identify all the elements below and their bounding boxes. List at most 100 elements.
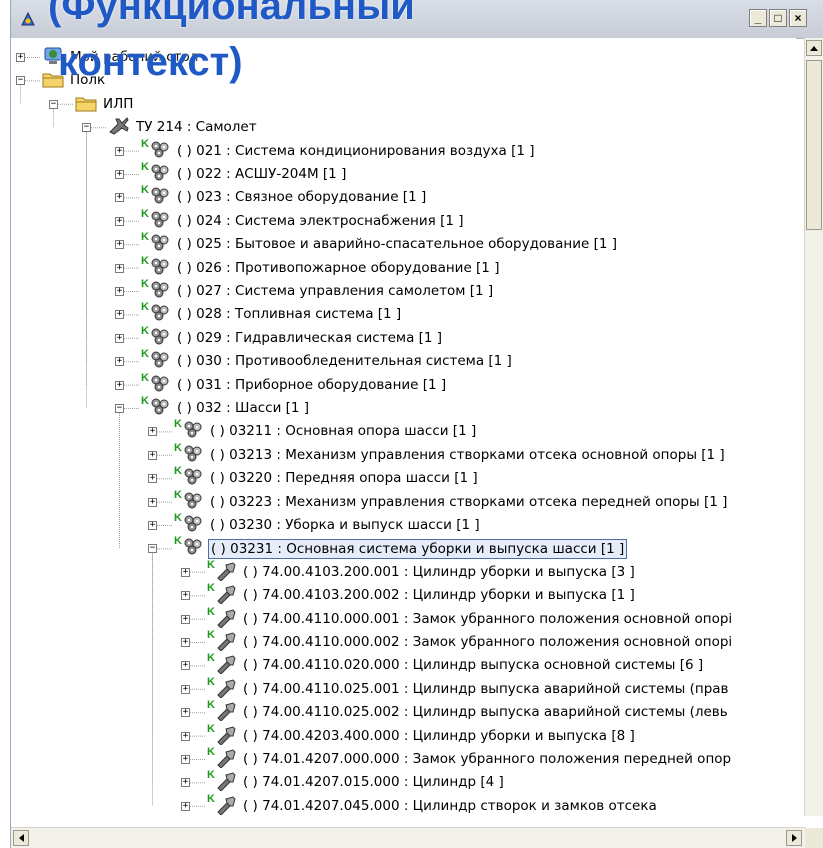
collapse-icon[interactable]: − bbox=[115, 404, 124, 413]
tree-node-label[interactable]: ( ) 74.01.4207.000.000 : Замок убранного… bbox=[241, 750, 733, 768]
tree-node-label[interactable]: ( ) 74.00.4110.025.002 : Цилиндр выпуска… bbox=[241, 703, 730, 721]
expand-icon[interactable]: + bbox=[115, 216, 124, 226]
k-marker-icon: K bbox=[141, 137, 149, 150]
k-marker-icon: K bbox=[141, 301, 149, 314]
minimize-button[interactable]: _ bbox=[749, 9, 767, 27]
collapse-icon[interactable]: − bbox=[16, 76, 25, 86]
scroll-up-button[interactable] bbox=[806, 40, 822, 56]
tree-node-label[interactable]: ( ) 027 : Система управления самолетом [… bbox=[175, 282, 495, 300]
tree-node-label[interactable]: ( ) 022 : АСШУ-204М [1 ] bbox=[175, 165, 348, 183]
tree-node-label[interactable]: ( ) 030 : Противообледенительная система… bbox=[175, 352, 514, 370]
collapse-icon[interactable]: − bbox=[148, 544, 157, 554]
k-marker-icon: K bbox=[141, 207, 149, 220]
expand-icon[interactable]: + bbox=[16, 53, 25, 62]
expand-icon[interactable]: + bbox=[181, 755, 190, 764]
k-marker-icon: K bbox=[141, 184, 149, 197]
k-marker-icon: K bbox=[174, 535, 182, 548]
tree-node-label[interactable]: ( ) 021 : Система кондиционирования возд… bbox=[175, 142, 536, 160]
k-marker-icon: K bbox=[207, 629, 215, 641]
tree-node-label[interactable]: ( ) 031 : Приборное оборудование [1 ] bbox=[175, 376, 448, 394]
expand-icon[interactable]: + bbox=[115, 380, 124, 390]
expand-icon[interactable]: + bbox=[115, 333, 124, 343]
k-marker-icon: K bbox=[141, 161, 149, 173]
k-marker-icon: K bbox=[207, 558, 215, 571]
tree-node-label[interactable]: ( ) 74.01.4207.015.000 : Цилиндр [4 ] bbox=[241, 773, 506, 791]
k-marker-icon: K bbox=[174, 465, 182, 478]
tree-node-label[interactable]: ( ) 74.00.4203.400.000 : Цилиндр уборки … bbox=[241, 727, 637, 745]
tree-node-label[interactable]: ( ) 03213 : Механизм управления створкам… bbox=[208, 446, 727, 464]
tree-node-label[interactable]: ( ) 03211 : Основная опора шасси [1 ] bbox=[208, 422, 478, 440]
tree-node-label[interactable]: ( ) 029 : Гидравлическая система [1 ] bbox=[175, 329, 444, 347]
tree-node-label[interactable]: ИЛП bbox=[101, 95, 135, 113]
tree-node-label[interactable]: ( ) 03230 : Уборка и выпуск шасси [1 ] bbox=[208, 516, 482, 534]
expand-icon[interactable]: + bbox=[115, 193, 124, 203]
k-marker-icon: K bbox=[207, 605, 215, 618]
tree-node-label[interactable]: ( ) 028 : Топливная система [1 ] bbox=[175, 305, 403, 323]
horizontal-scrollbar[interactable] bbox=[11, 827, 806, 848]
tree-node-label[interactable]: ( ) 74.00.4110.025.001 : Цилиндр выпуска… bbox=[241, 680, 731, 698]
resize-grip[interactable] bbox=[805, 828, 823, 848]
collapse-icon[interactable]: − bbox=[49, 99, 58, 109]
arrow-up-icon bbox=[810, 45, 818, 51]
expand-icon[interactable]: + bbox=[115, 263, 124, 273]
tree-node-label[interactable]: ( ) 032 : Шасси [1 ] bbox=[175, 399, 311, 417]
k-marker-icon: K bbox=[207, 675, 215, 688]
collapse-icon[interactable]: − bbox=[82, 123, 91, 133]
tree-node-label[interactable]: ( ) 03220 : Передняя опора шасси [1 ] bbox=[208, 469, 480, 487]
tree-node-label[interactable]: ( ) 03223 : Механизм управления створкам… bbox=[208, 493, 729, 511]
expand-icon[interactable]: + bbox=[115, 310, 124, 320]
expand-icon[interactable]: + bbox=[181, 614, 190, 624]
expand-icon[interactable]: + bbox=[181, 591, 190, 601]
part-icon bbox=[215, 608, 241, 630]
k-marker-icon: K bbox=[207, 769, 215, 782]
tree-node-label-selected[interactable]: ( ) 03231 : Основная система уборки и вы… bbox=[208, 539, 628, 560]
scroll-left-button[interactable] bbox=[13, 830, 29, 846]
expand-icon[interactable]: + bbox=[181, 731, 190, 741]
vertical-scroll-thumb[interactable] bbox=[806, 60, 822, 230]
expand-icon[interactable]: + bbox=[181, 567, 190, 577]
expand-icon[interactable]: + bbox=[148, 474, 157, 484]
expand-icon[interactable]: + bbox=[181, 801, 190, 811]
expand-icon[interactable]: + bbox=[181, 778, 190, 788]
arrow-left-icon bbox=[18, 834, 24, 842]
tree-node-label[interactable]: ( ) 74.00.4103.200.002 : Цилиндр уборки … bbox=[241, 586, 637, 604]
tree-node-label[interactable]: ( ) 74.01.4207.045.000 : Цилиндр створок… bbox=[241, 797, 659, 815]
k-marker-icon: K bbox=[141, 395, 149, 407]
tree-node-label[interactable]: ( ) 74.00.4110.000.001 : Замок убранного… bbox=[241, 610, 734, 628]
expand-icon[interactable]: + bbox=[115, 146, 124, 156]
tree-node-label[interactable]: ( ) 026 : Противопожарное оборудование [… bbox=[175, 259, 501, 277]
system-icon bbox=[149, 163, 175, 185]
tree-node-label[interactable]: Полк bbox=[68, 71, 107, 89]
vertical-scrollbar[interactable] bbox=[804, 38, 823, 816]
k-marker-icon: K bbox=[141, 278, 149, 290]
expand-icon[interactable]: + bbox=[181, 684, 190, 694]
expand-icon[interactable]: + bbox=[181, 638, 190, 647]
k-marker-icon: K bbox=[174, 512, 182, 524]
maximize-button[interactable]: □ bbox=[769, 9, 787, 27]
scroll-right-button[interactable] bbox=[786, 830, 802, 846]
system-icon bbox=[149, 140, 175, 162]
expand-icon[interactable]: + bbox=[181, 661, 190, 671]
k-marker-icon: K bbox=[207, 722, 215, 735]
tree-node-label[interactable]: Мой рабочий стол bbox=[68, 48, 200, 66]
expand-icon[interactable]: + bbox=[148, 521, 157, 530]
expand-icon[interactable]: + bbox=[115, 287, 124, 296]
expand-icon[interactable]: + bbox=[181, 708, 190, 718]
close-button[interactable]: × bbox=[789, 9, 807, 27]
tree-node-label[interactable]: ( ) 74.00.4110.020.000 : Цилиндр выпуска… bbox=[241, 656, 705, 674]
tree-node-label[interactable]: ( ) 023 : Связное оборудование [1 ] bbox=[175, 188, 428, 206]
expand-icon[interactable]: + bbox=[115, 240, 124, 250]
tree-node-label[interactable]: ( ) 74.00.4110.000.002 : Замок убранного… bbox=[241, 633, 734, 651]
tree-node-label[interactable]: ( ) 74.00.4103.200.001 : Цилиндр уборки … bbox=[241, 563, 637, 581]
title-bar[interactable]: _ □ × bbox=[11, 0, 823, 39]
expand-icon[interactable]: + bbox=[148, 450, 157, 460]
tree-node-label[interactable]: ( ) 025 : Бытовое и аварийно-спасательно… bbox=[175, 235, 619, 253]
expand-icon[interactable]: + bbox=[148, 497, 157, 507]
expand-icon[interactable]: + bbox=[115, 170, 124, 179]
tree-node-label[interactable]: ( ) 024 : Система электроснабжения [1 ] bbox=[175, 212, 466, 230]
tree-node-label[interactable]: ТУ 214 : Самолет bbox=[134, 118, 259, 136]
k-marker-icon: K bbox=[174, 488, 182, 501]
tree-view[interactable]: + Мой рабочий стол − Полк − ИЛП − ТУ 214 : Само… bbox=[11, 38, 796, 816]
expand-icon[interactable]: + bbox=[115, 357, 124, 367]
expand-icon[interactable]: + bbox=[148, 427, 157, 437]
